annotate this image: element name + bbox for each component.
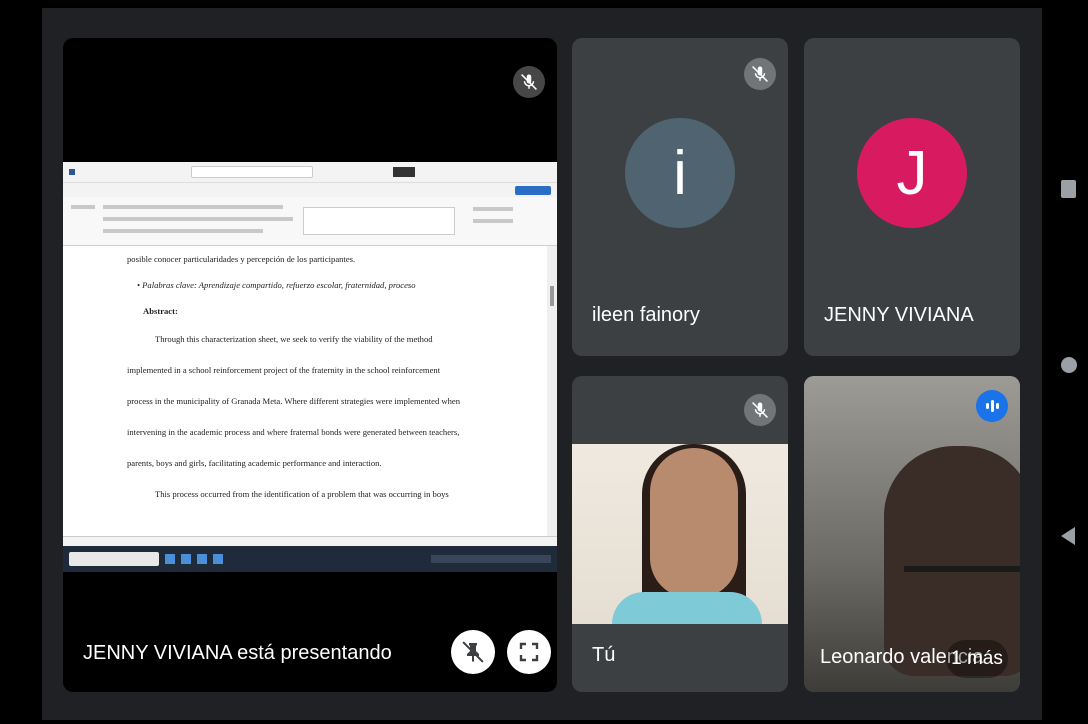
word-search-box (191, 166, 313, 178)
doc-line: posible conocer particularidades y perce… (127, 254, 356, 264)
speaking-indicator-icon (976, 390, 1008, 422)
word-ribbon-tabs (63, 183, 557, 197)
taskbar-search (69, 552, 159, 566)
presentation-tile[interactable]: posible conocer particularidades y perce… (63, 38, 557, 692)
self-video-feed (572, 444, 788, 624)
taskbar-app-icon (165, 554, 175, 564)
doc-line: This process occurred from the identific… (155, 489, 449, 499)
word-title-bar (63, 162, 557, 183)
home-button[interactable] (1061, 357, 1077, 373)
fullscreen-button[interactable] (507, 630, 551, 674)
participant-tile-ileen[interactable]: i ileen fainory (572, 38, 788, 356)
word-logo-icon (69, 169, 75, 175)
doc-scrollbar (547, 246, 557, 536)
participant-tile-jenny[interactable]: J JENNY VIVIANA (804, 38, 1020, 356)
taskbar-app-icon (197, 554, 207, 564)
taskbar-app-icon (213, 554, 223, 564)
word-share-button (515, 185, 551, 195)
presenter-label: JENNY VIVIANA está presentando (83, 642, 392, 664)
more-participants-chip[interactable]: 1 más (946, 640, 1008, 678)
windows-taskbar (63, 546, 557, 572)
recents-button[interactable] (1061, 180, 1076, 198)
document-page: posible conocer particularidades y perce… (63, 246, 543, 536)
android-nav-bar (1042, 0, 1088, 724)
fullscreen-icon (519, 642, 539, 662)
mic-off-icon (744, 58, 776, 90)
participant-tile-leonardo[interactable]: Leonardo valencia 1 más (804, 376, 1020, 692)
unpin-icon (462, 641, 484, 663)
doc-line: Abstract: (143, 306, 178, 316)
doc-line: • Palabras clave: Aprendizaje compartido… (137, 280, 416, 290)
shared-screen: posible conocer particularidades y perce… (63, 162, 557, 572)
word-account (393, 167, 415, 177)
taskbar-app-icon (181, 554, 191, 564)
participant-name: Tú (592, 644, 616, 666)
mic-off-icon (744, 394, 776, 426)
doc-line: intervening in the academic process and … (127, 427, 460, 437)
taskbar-tray (431, 555, 551, 563)
doc-line: implemented in a school reinforcement pr… (127, 365, 441, 375)
word-styles-gallery (303, 207, 455, 235)
word-ribbon (63, 197, 557, 246)
participant-name: JENNY VIVIANA (824, 304, 974, 326)
doc-line: process in the municipality of Granada M… (127, 396, 461, 406)
avatar: J (857, 118, 967, 228)
doc-line: Through this characterization sheet, we … (155, 334, 433, 344)
back-button[interactable] (1061, 527, 1075, 545)
doc-line: parents, boys and girls, facilitating ac… (127, 458, 382, 468)
participant-tile-self[interactable]: Tú (572, 376, 788, 692)
participant-name: ileen fainory (592, 304, 700, 326)
avatar: i (625, 118, 735, 228)
mic-off-icon (513, 66, 545, 98)
unpin-button[interactable] (451, 630, 495, 674)
